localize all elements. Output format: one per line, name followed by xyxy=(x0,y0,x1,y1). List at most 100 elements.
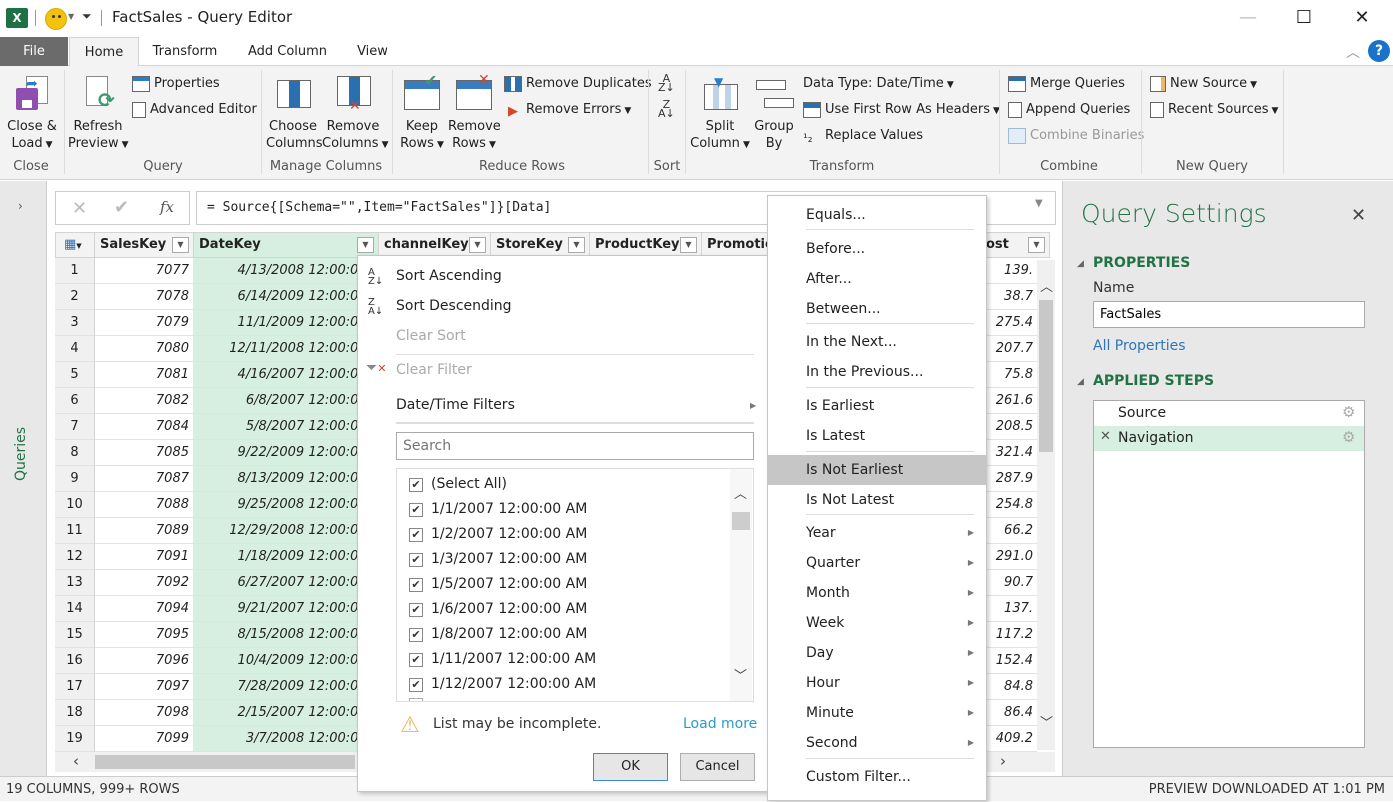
cell-datekey[interactable]: 9/21/2007 12:00:00 . xyxy=(193,596,379,622)
delete-step-icon[interactable]: ✕ xyxy=(1100,429,1111,444)
cell-saleskey[interactable]: 7095 xyxy=(95,622,193,648)
submenu-item-in-the-previous[interactable]: In the Previous... xyxy=(768,357,986,387)
cell-datekey[interactable]: 10/4/2009 12:00:00 . xyxy=(193,648,379,674)
query-name-input[interactable] xyxy=(1093,301,1365,328)
row-number[interactable]: 10 xyxy=(55,492,95,518)
cell-saleskey[interactable]: 7080 xyxy=(95,336,193,362)
scrollbar-thumb[interactable] xyxy=(1039,300,1053,452)
filter-dropdown-icon[interactable]: ▼ xyxy=(469,237,486,253)
filter-dropdown-icon[interactable]: ▼ xyxy=(172,237,189,253)
expand-queries-icon[interactable]: › xyxy=(18,199,23,213)
row-number[interactable]: 16 xyxy=(55,648,95,674)
filter-dropdown-icon[interactable]: ▼ xyxy=(568,237,585,253)
cancel-button[interactable]: Cancel xyxy=(680,753,755,781)
cell-saleskey[interactable]: 7088 xyxy=(95,492,193,518)
merge-queries-button[interactable]: Merge Queries xyxy=(1008,74,1125,94)
checkbox-checked-icon[interactable]: ✔ xyxy=(409,653,423,667)
remove-errors-button[interactable]: ▶ Remove Errors ▼ xyxy=(504,100,631,120)
cell-saleskey[interactable]: 7098 xyxy=(95,700,193,726)
row-number[interactable]: 7 xyxy=(55,414,95,440)
cell-saleskey[interactable]: 7082 xyxy=(95,388,193,414)
close-window-button[interactable]: ✕ xyxy=(1342,6,1382,30)
checkbox-checked-icon[interactable]: ✔ xyxy=(409,528,423,542)
cell-datekey[interactable]: 5/8/2007 12:00:00 . xyxy=(193,414,379,440)
scrollbar-thumb[interactable] xyxy=(95,755,355,769)
cell-saleskey[interactable]: 7084 xyxy=(95,414,193,440)
data-type-dropdown[interactable]: Data Type: Date/Time ▼ xyxy=(803,74,954,94)
cell-datekey[interactable]: 4/16/2007 12:00:00 . xyxy=(193,362,379,388)
commit-formula-icon[interactable]: ✔ xyxy=(114,197,129,218)
queries-pane-label[interactable]: Queries xyxy=(13,427,29,481)
collapse-ribbon-icon[interactable]: ︿ xyxy=(1346,42,1360,62)
tab-transform[interactable]: Transform xyxy=(145,37,225,66)
submenu-item-before[interactable]: Before... xyxy=(768,234,986,264)
submenu-item-is-not-latest[interactable]: Is Not Latest xyxy=(768,485,986,515)
cell-datekey[interactable]: 8/15/2008 12:00:00 . xyxy=(193,622,379,648)
row-number[interactable]: 19 xyxy=(55,726,95,752)
collapse-properties-icon[interactable]: ◢ xyxy=(1077,259,1084,269)
submenu-item-is-latest[interactable]: Is Latest xyxy=(768,421,986,451)
split-column-button[interactable]: ▼ Split Column ▼ xyxy=(690,74,750,154)
row-number[interactable]: 8 xyxy=(55,440,95,466)
cell-saleskey[interactable]: 7085 xyxy=(95,440,193,466)
row-number[interactable]: 15 xyxy=(55,622,95,648)
cell-datekey[interactable]: 12/29/2008 12:00:00 . xyxy=(193,518,379,544)
column-header-saleskey[interactable]: SalesKey ▼ xyxy=(94,232,194,258)
cell-datekey[interactable]: 6/14/2009 12:00:00 . xyxy=(193,284,379,310)
sort-ascending-item[interactable]: Sort Ascending xyxy=(396,268,502,284)
scroll-left-icon[interactable]: ‹ xyxy=(73,752,79,770)
filter-value-item[interactable]: ✔ 1/2/2007 12:00:00 AM xyxy=(397,523,727,547)
table-menu-icon[interactable]: ▦▼ xyxy=(55,232,95,258)
cell-saleskey[interactable]: 7097 xyxy=(95,674,193,700)
submenu-item-quarter[interactable]: Quarter ▶ xyxy=(768,548,986,578)
cell-saleskey[interactable]: 7091 xyxy=(95,544,193,570)
submenu-item-between[interactable]: Between... xyxy=(768,294,986,324)
minimize-button[interactable]: — xyxy=(1228,6,1268,30)
row-number[interactable]: 3 xyxy=(55,310,95,336)
sort-descending-item[interactable]: Sort Descending xyxy=(396,298,512,314)
cell-saleskey[interactable]: 7094 xyxy=(95,596,193,622)
load-more-link[interactable]: Load more xyxy=(683,716,757,732)
append-queries-button[interactable]: Append Queries xyxy=(1008,100,1130,120)
submenu-item-second[interactable]: Second ▶ xyxy=(768,728,986,758)
row-number[interactable]: 9 xyxy=(55,466,95,492)
row-number[interactable]: 13 xyxy=(55,570,95,596)
row-number[interactable]: 18 xyxy=(55,700,95,726)
cell-datekey[interactable]: 4/13/2008 12:00:00 . xyxy=(193,258,379,284)
submenu-item-hour[interactable]: Hour ▶ xyxy=(768,668,986,698)
filter-dropdown-icon[interactable]: ▼ xyxy=(357,237,374,253)
submenu-item-custom-filter[interactable]: Custom Filter... xyxy=(768,762,986,792)
submenu-item-equals[interactable]: Equals... xyxy=(768,200,986,230)
filter-dropdown-icon[interactable]: ▼ xyxy=(680,237,697,253)
advanced-editor-button[interactable]: Advanced Editor xyxy=(132,100,257,120)
cell-datekey[interactable]: 3/7/2008 12:00:00 . xyxy=(193,726,379,752)
step-settings-gear-icon[interactable]: ⚙ xyxy=(1342,428,1355,446)
filter-value-item[interactable]: ✔ 1/12/2007 12:00:00 AM xyxy=(397,673,727,697)
row-number[interactable]: 11 xyxy=(55,518,95,544)
maximize-button[interactable]: ☐ xyxy=(1284,6,1324,30)
column-header-datekey[interactable]: DateKey ▼ xyxy=(193,232,379,258)
checkbox-checked-icon[interactable]: ✔ xyxy=(409,628,423,642)
fx-icon[interactable]: fx xyxy=(160,198,174,216)
cell-saleskey[interactable]: 7079 xyxy=(95,310,193,336)
scroll-up-icon[interactable]: ︿ xyxy=(1040,276,1053,295)
tab-view[interactable]: View xyxy=(350,37,395,66)
tab-file[interactable]: File xyxy=(0,37,68,66)
submenu-item-in-the-next[interactable]: In the Next... xyxy=(768,327,986,357)
row-number[interactable]: 14 xyxy=(55,596,95,622)
cell-datekey[interactable]: 11/1/2009 12:00:00 . xyxy=(193,310,379,336)
remove-duplicates-button[interactable]: Remove Duplicates xyxy=(504,74,652,94)
cell-datekey[interactable]: 2/15/2007 12:00:00 . xyxy=(193,700,379,726)
checkbox-checked-icon[interactable]: ✔ xyxy=(409,503,423,517)
all-properties-link[interactable]: All Properties xyxy=(1093,338,1186,354)
submenu-item-day[interactable]: Day ▶ xyxy=(768,638,986,668)
cell-saleskey[interactable]: 7087 xyxy=(95,466,193,492)
cell-saleskey[interactable]: 7092 xyxy=(95,570,193,596)
row-number[interactable]: 17 xyxy=(55,674,95,700)
submenu-item-is-earliest[interactable]: Is Earliest xyxy=(768,391,986,421)
filter-value-item[interactable]: ✔ 1/6/2007 12:00:00 AM xyxy=(397,598,727,622)
filter-value-item[interactable]: ✔ 1/11/2007 12:00:00 AM xyxy=(397,648,727,672)
submenu-item-year[interactable]: Year ▶ xyxy=(768,518,986,548)
step-navigation[interactable]: ✕ Navigation ⚙ xyxy=(1094,426,1364,451)
submenu-item-is-not-earliest[interactable]: Is Not Earliest xyxy=(768,455,986,485)
